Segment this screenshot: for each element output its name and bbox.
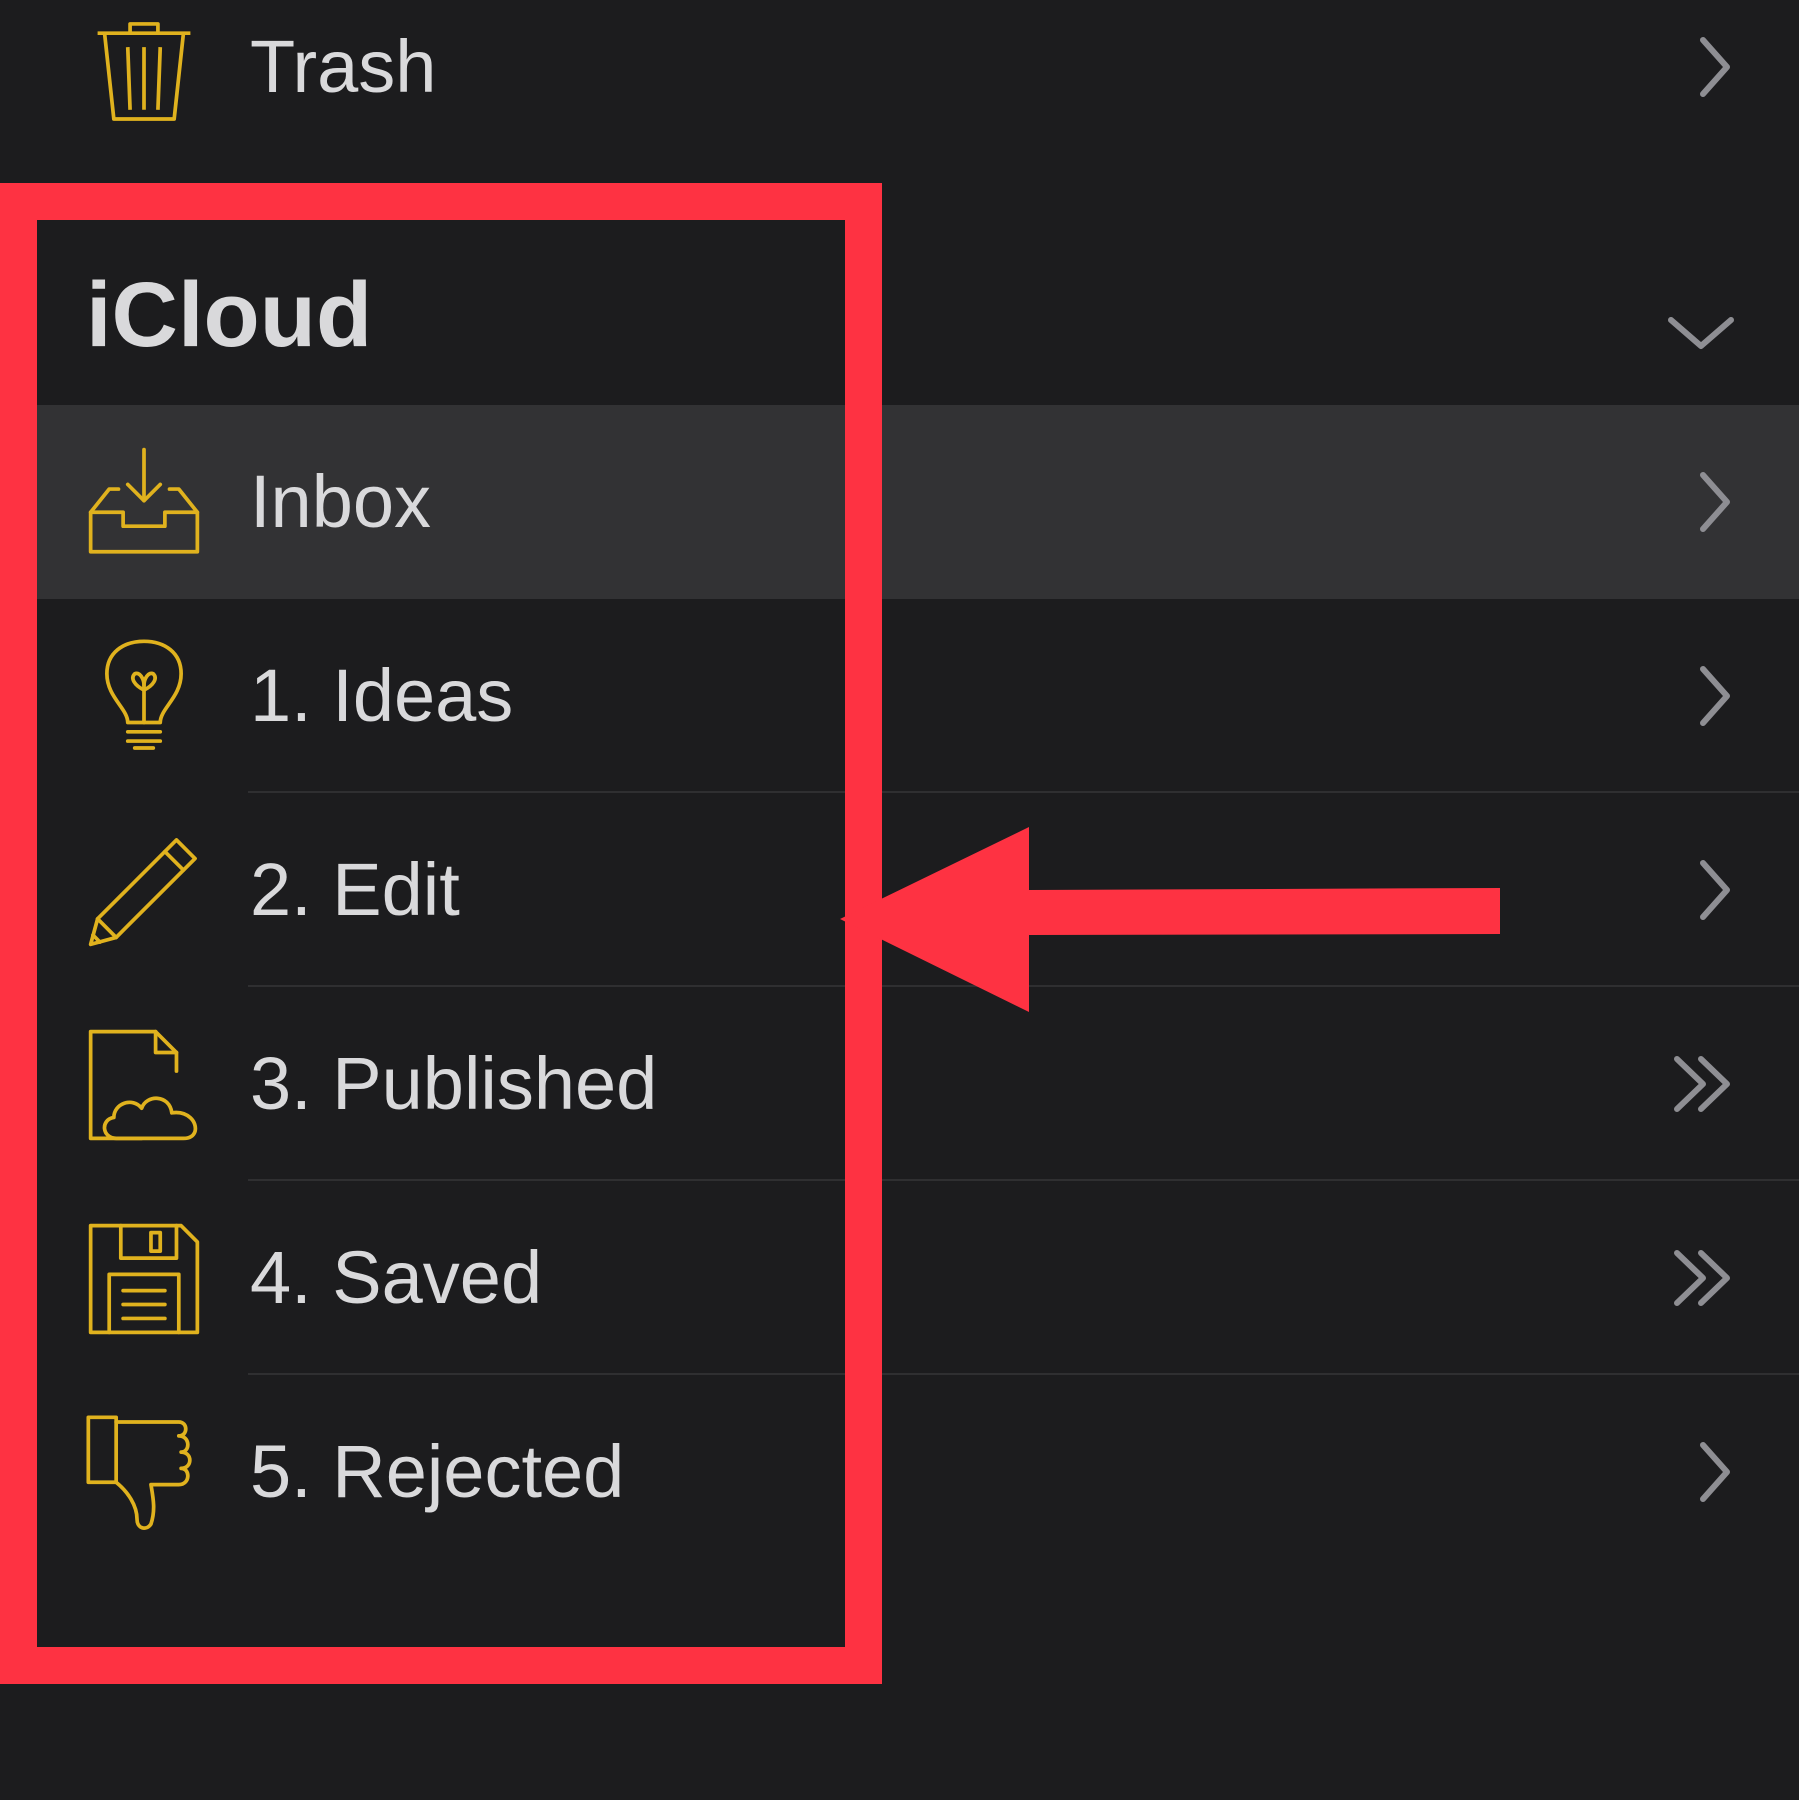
pencil-icon [86,833,202,949]
inbox-icon [86,445,202,561]
lightbulb-icon [86,639,202,755]
thumbs-down-icon [86,1415,202,1531]
sidebar-item-trash[interactable]: Trash [0,0,1799,164]
chevron-right-icon [1659,1435,1739,1509]
sidebar-item-label: 3. Published [250,1042,658,1125]
chevron-right-icon [1659,465,1739,539]
sidebar-item-label: Inbox [250,460,432,543]
sidebar-item-edit[interactable]: 2. Edit [0,793,1799,987]
chevron-right-icon [1659,30,1739,104]
chevron-right-icon [1659,853,1739,927]
sidebar-item-saved[interactable]: 4. Saved [0,1181,1799,1375]
double-chevron-right-icon [1659,1047,1739,1121]
sidebar-item-inbox[interactable]: Inbox [0,405,1799,599]
cloud-document-icon [86,1027,202,1143]
double-chevron-right-icon [1659,1241,1739,1315]
sidebar-item-rejected[interactable]: 5. Rejected [0,1375,1799,1569]
sidebar-item-label: 5. Rejected [250,1430,625,1513]
section-title: iCloud [86,264,373,366]
floppy-disk-icon [86,1221,202,1337]
sidebar-item-ideas[interactable]: 1. Ideas [0,599,1799,793]
chevron-down-icon [1659,290,1743,374]
chevron-right-icon [1659,659,1739,733]
sidebar-item-label: 4. Saved [250,1236,543,1319]
sidebar-item-label: Trash [250,25,437,108]
section-header-icloud[interactable]: iCloud [0,220,1799,405]
sidebar-item-label: 2. Edit [250,848,460,931]
trash-icon [86,10,202,126]
sidebar-item-published[interactable]: 3. Published [0,987,1799,1181]
sidebar-item-label: 1. Ideas [250,654,514,737]
